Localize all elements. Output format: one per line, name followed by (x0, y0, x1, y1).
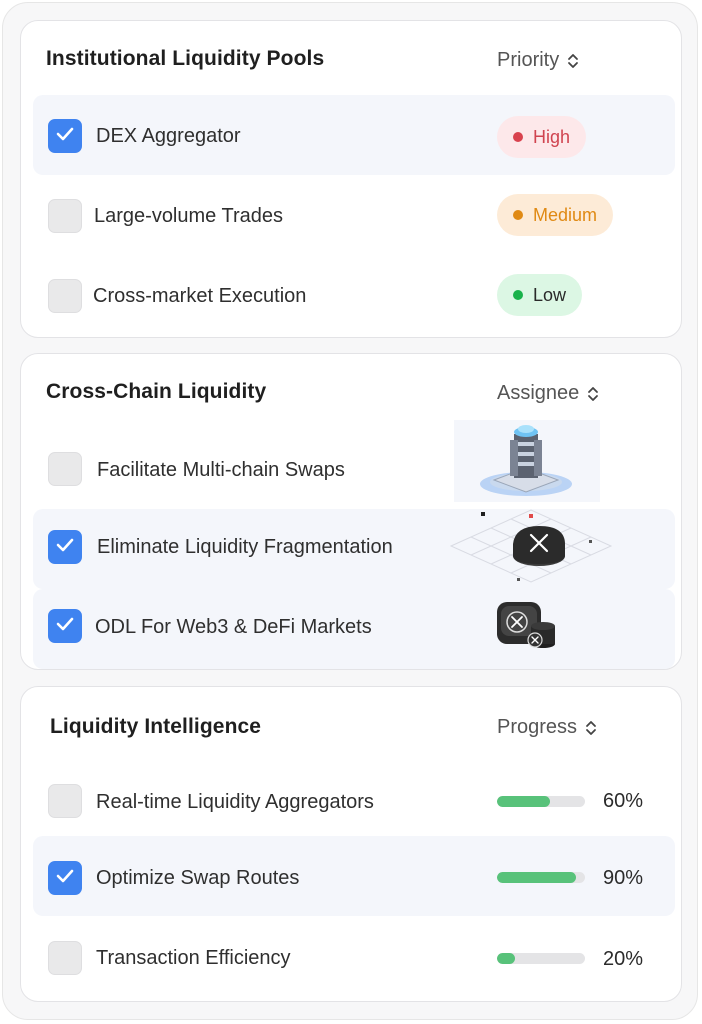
card-title: Cross-Chain Liquidity (46, 380, 267, 403)
task-label: Optimize Swap Routes (96, 867, 300, 889)
checkbox-unchecked[interactable] (48, 199, 82, 233)
task-label: Cross-market Execution (93, 285, 307, 307)
priority-badge-medium: Medium (497, 194, 614, 236)
task-row[interactable]: Real-time Liquidity Aggregators 60% (33, 759, 675, 839)
checkmark-icon (56, 538, 74, 557)
checkbox-checked[interactable] (48, 119, 82, 153)
task-row[interactable]: Cross-market Execution Low (33, 255, 675, 335)
checkbox-unchecked[interactable] (48, 941, 82, 975)
task-label: DEX Aggregator (96, 125, 241, 147)
checkbox-checked[interactable] (48, 530, 82, 564)
task-row[interactable]: Transaction Efficiency 20% (33, 916, 675, 996)
checkmark-icon (56, 617, 74, 636)
task-label: Transaction Efficiency (96, 947, 291, 969)
checkbox-checked[interactable] (48, 609, 82, 643)
status-dot-icon (513, 290, 523, 300)
progress-sort-header[interactable]: Progress (497, 716, 597, 739)
column-header-label: Progress (497, 716, 578, 738)
progress-fill (497, 872, 577, 883)
sort-chevrons-icon (585, 720, 597, 736)
progress-bar (497, 796, 585, 807)
priority-sort-header[interactable]: Priority (497, 49, 579, 72)
assignee-sort-header[interactable]: Assignee (497, 382, 599, 405)
checkbox-unchecked[interactable] (48, 452, 82, 486)
card-title: Institutional Liquidity Pools (46, 47, 325, 70)
task-row[interactable]: Optimize Swap Routes 90% (33, 836, 675, 916)
priority-badge-high: High (497, 116, 587, 158)
progress-fill (497, 953, 515, 964)
badge-label: Low (533, 284, 567, 305)
checkmark-icon (56, 127, 74, 146)
priority-badge-low: Low (497, 274, 583, 316)
task-row[interactable]: Large-volume Trades Medium (33, 175, 675, 255)
checkmark-icon (56, 869, 74, 888)
status-dot-icon (513, 210, 523, 220)
column-header-label: Assignee (497, 382, 580, 404)
progress-bar (497, 953, 585, 964)
task-label: Facilitate Multi-chain Swaps (97, 459, 345, 481)
task-label: Real-time Liquidity Aggregators (96, 791, 374, 813)
checkbox-unchecked[interactable] (48, 784, 82, 818)
task-label: ODL For Web3 & DeFi Markets (95, 616, 372, 638)
xrp-coin-stack-icon (495, 600, 559, 659)
sort-chevrons-icon (587, 386, 599, 402)
column-header-label: Priority (497, 49, 560, 71)
task-row[interactable]: DEX Aggregator High (33, 95, 675, 175)
progress-percent: 20% (603, 948, 644, 970)
card-title: Liquidity Intelligence (50, 715, 262, 738)
task-label: Eliminate Liquidity Fragmentation (97, 536, 393, 558)
sort-chevrons-icon (567, 53, 579, 69)
tower-icon (454, 420, 600, 507)
checkbox-checked[interactable] (48, 861, 82, 895)
cross-chain-liquidity-card: Cross-Chain Liquidity Assignee Facilitat… (20, 353, 682, 670)
task-row[interactable]: ODL For Web3 & DeFi Markets (33, 589, 675, 669)
liquidity-intelligence-card: Liquidity Intelligence Progress Real-tim… (20, 686, 682, 1002)
progress-percent: 60% (603, 790, 644, 812)
badge-label: Medium (533, 204, 598, 225)
status-dot-icon (513, 132, 523, 142)
institutional-liquidity-pools-card: Institutional Liquidity Pools Priority D… (20, 20, 682, 338)
badge-label: High (533, 126, 571, 147)
xrp-token-icon (441, 504, 621, 593)
progress-fill (497, 796, 550, 807)
checkbox-unchecked[interactable] (48, 279, 82, 313)
progress-percent: 90% (603, 867, 644, 889)
progress-bar (497, 872, 585, 883)
task-label: Large-volume Trades (94, 205, 283, 227)
